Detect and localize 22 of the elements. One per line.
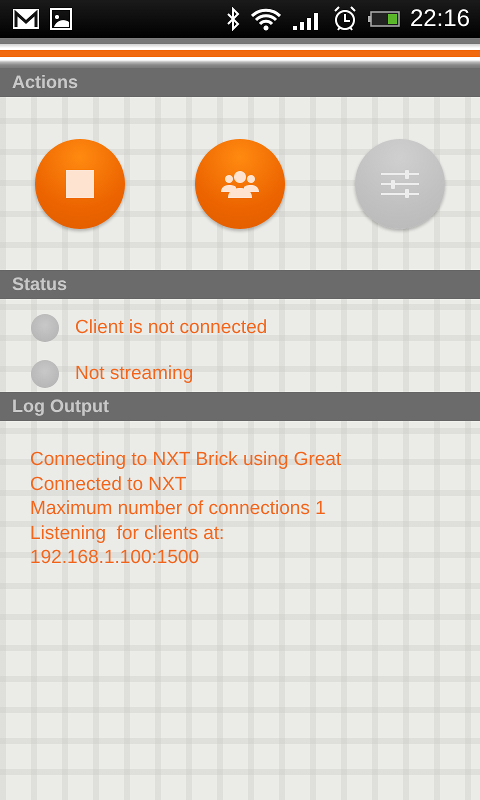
section-title: Log Output (12, 396, 109, 417)
battery-icon (368, 11, 400, 27)
wifi-icon (250, 7, 282, 31)
log-line: Connecting to NXT Brick using Great (30, 448, 342, 472)
log-line: 192.168.1.100:1500 (30, 546, 200, 570)
log-line: Maximum number of connections 1 (30, 497, 327, 521)
stop-icon (66, 170, 94, 198)
mail-icon (12, 8, 40, 30)
bluetooth-icon (226, 7, 240, 31)
action-button[interactable] (195, 138, 285, 228)
log-line: Listening for clients at: (30, 522, 226, 546)
action-button[interactable] (35, 138, 125, 228)
clock-time: 22:16 (410, 5, 470, 33)
section-title: Actions (12, 72, 78, 93)
sliders-icon (381, 170, 419, 198)
log-line: Connected to NXT (30, 472, 188, 496)
section-title: Status (12, 274, 68, 295)
status-text: Not streaming (75, 362, 194, 384)
status-text: Client is not connected (75, 316, 268, 338)
image-icon (50, 8, 72, 30)
group-icon (220, 170, 260, 198)
alarm-icon (332, 5, 358, 33)
